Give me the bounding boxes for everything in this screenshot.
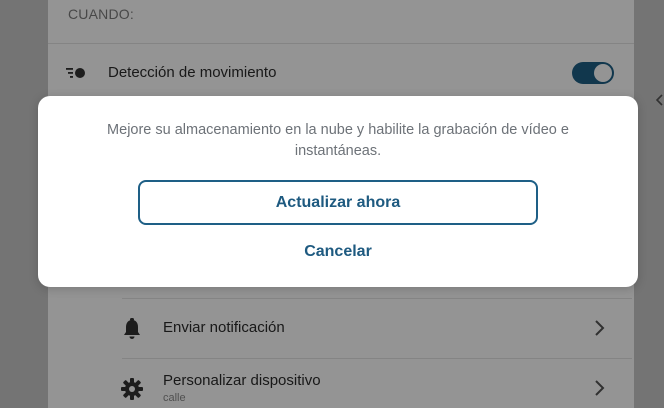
cancel-button[interactable]: Cancelar [238,240,438,264]
dialog-message: Mejore su almacenamiento en la nube y ha… [107,122,569,159]
upgrade-dialog: Mejore su almacenamiento en la nube y ha… [38,96,638,287]
upgrade-now-button[interactable]: Actualizar ahora [138,180,538,225]
